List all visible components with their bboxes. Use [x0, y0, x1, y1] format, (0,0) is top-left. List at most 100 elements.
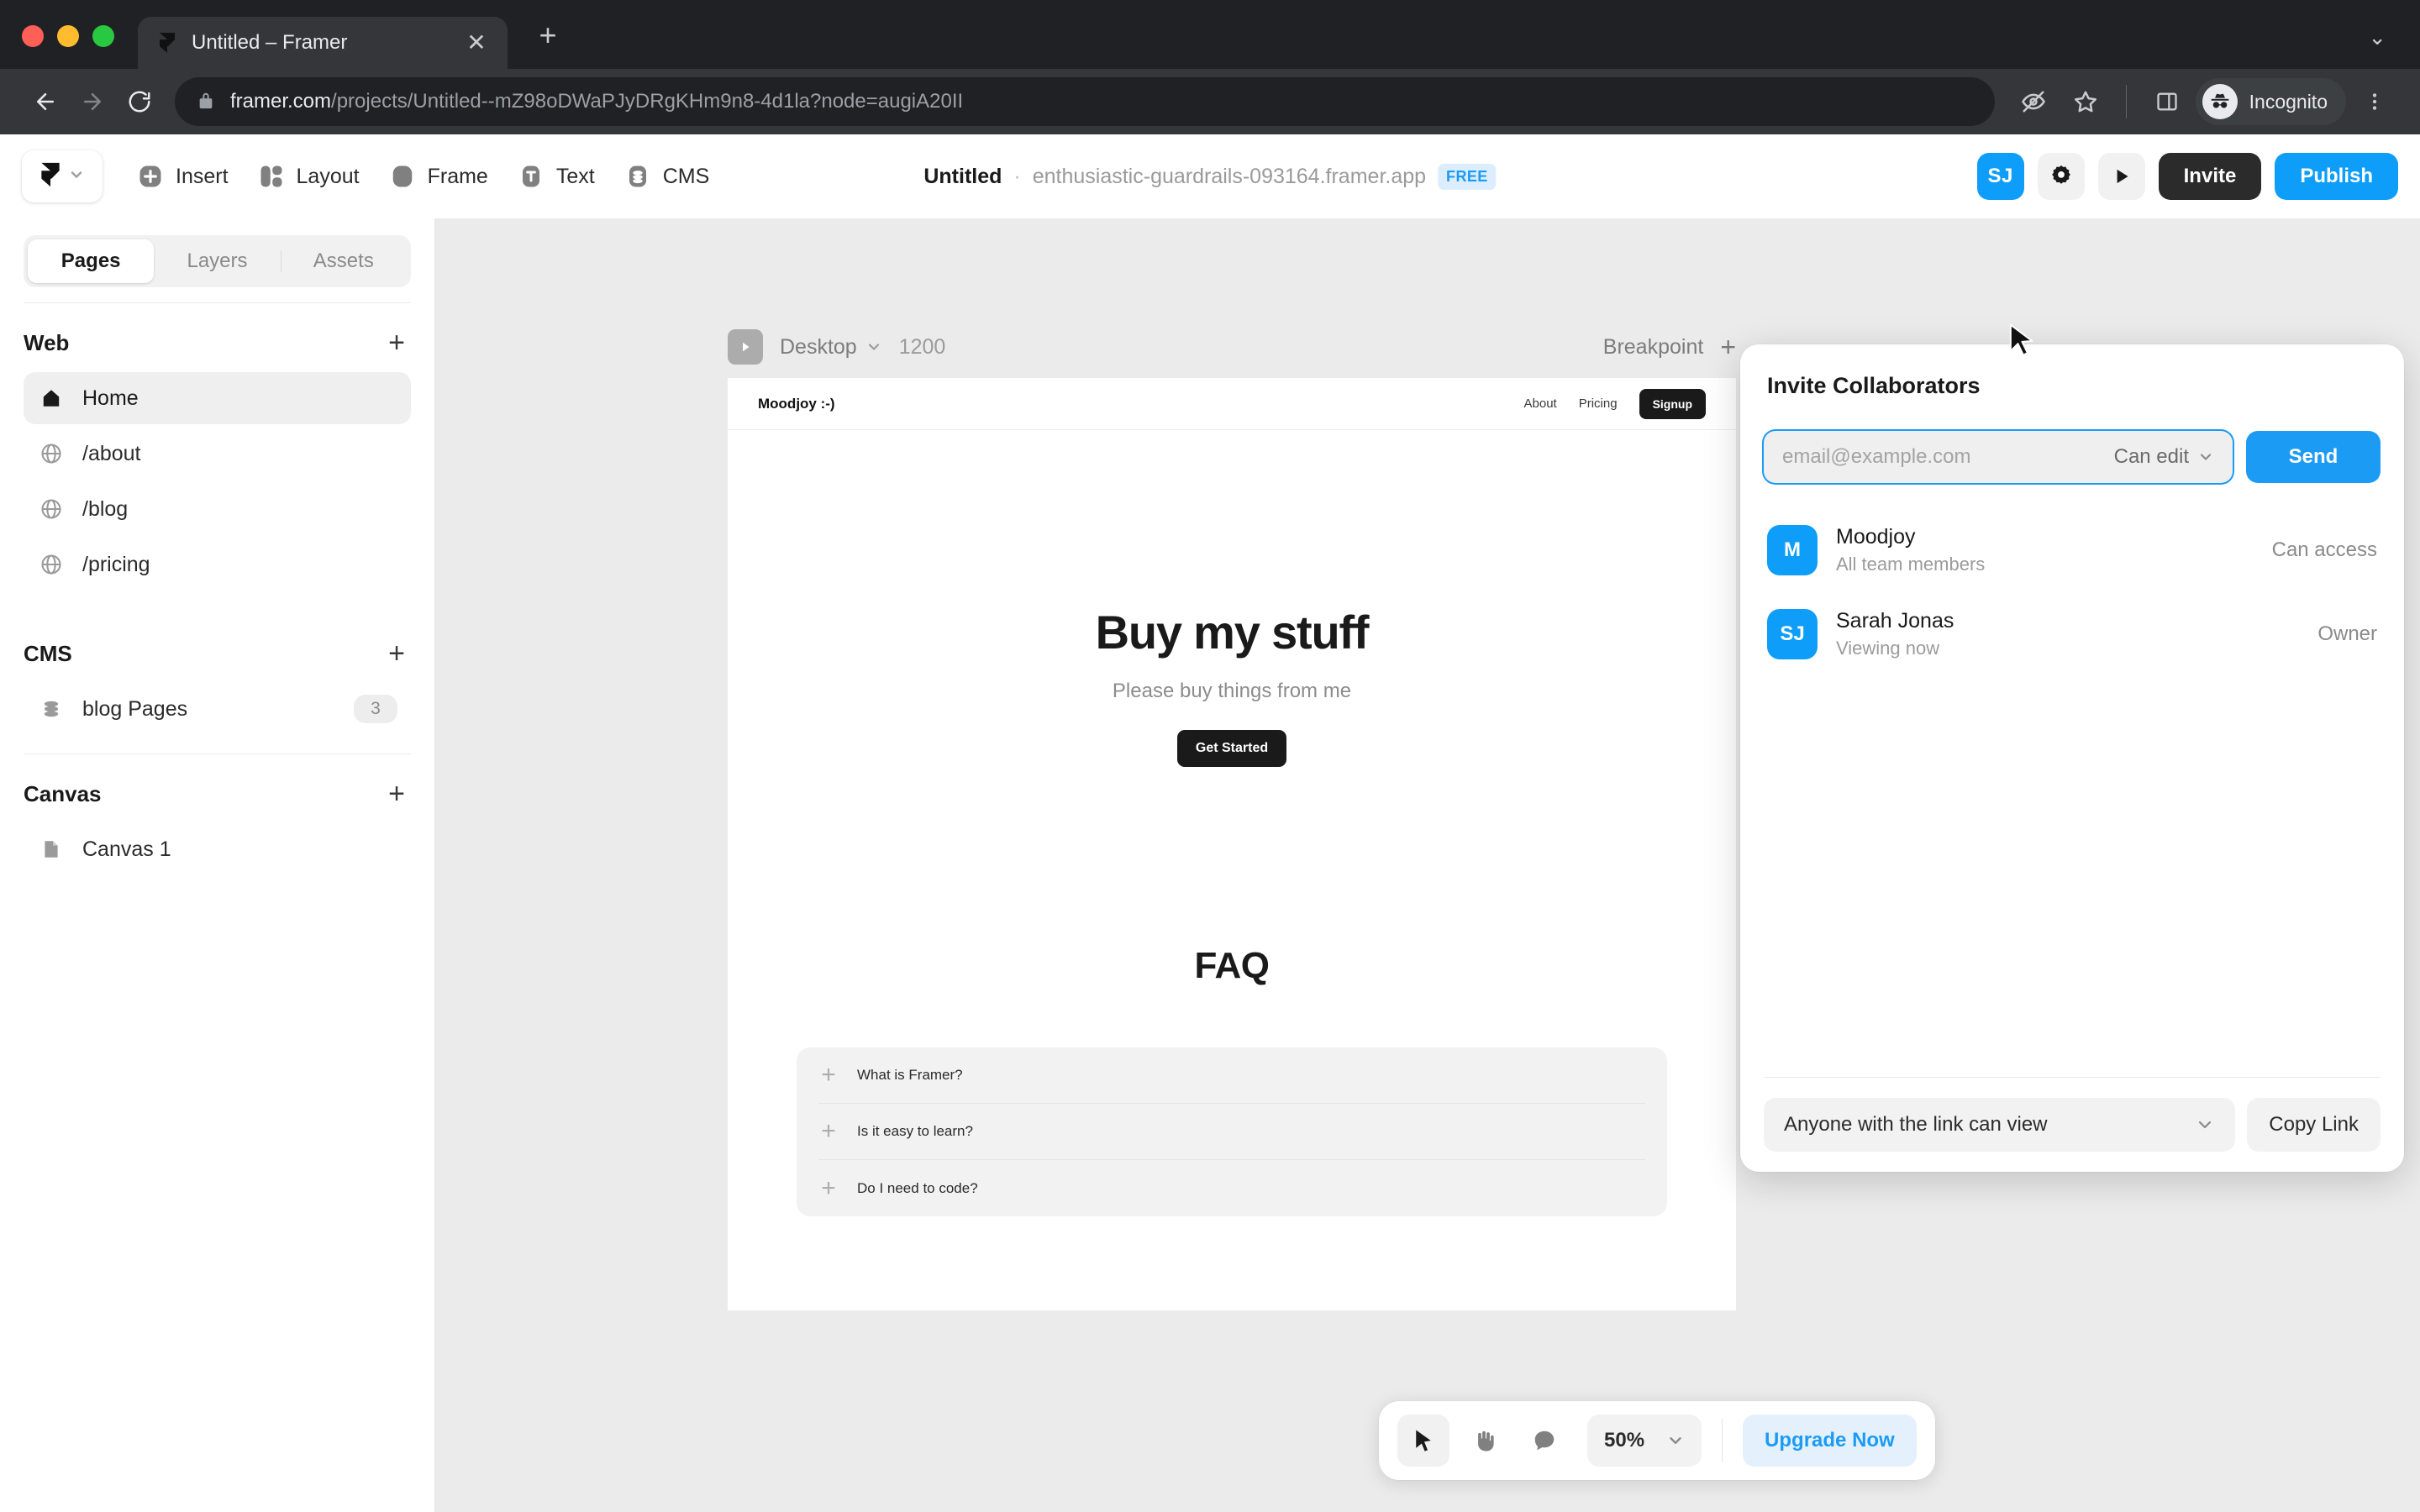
send-invite-button[interactable]: Send — [2246, 431, 2381, 483]
chevron-down-icon[interactable]: ⌄ — [2368, 24, 2386, 50]
site-link-about[interactable]: About — [1524, 396, 1557, 411]
play-icon[interactable] — [728, 329, 763, 365]
forward-button[interactable] — [69, 78, 116, 125]
faq-row[interactable]: + What is Framer? — [818, 1047, 1645, 1104]
invite-panel-footer: Anyone with the link can view Copy Link — [1764, 1078, 2381, 1172]
tab-assets[interactable]: Assets — [281, 239, 407, 283]
hero-subheading[interactable]: Please buy things from me — [728, 680, 1736, 703]
list-item[interactable]: M Moodjoy All team members Can access — [1764, 508, 2381, 592]
new-tab-button[interactable]: + — [531, 20, 565, 50]
tool-frame[interactable]: Frame — [388, 162, 488, 191]
sidebar-item-blog-pages[interactable]: blog Pages 3 — [24, 683, 411, 735]
home-icon — [37, 384, 66, 412]
framer-logo-menu-button[interactable] — [22, 150, 103, 202]
tool-frame-label: Frame — [427, 164, 488, 188]
incognito-profile-button[interactable]: Incognito — [2195, 78, 2346, 125]
breakpoint-label: Breakpoint — [1602, 334, 1704, 359]
collaborator-info: Sarah Jonas Viewing now — [1836, 609, 1954, 659]
section-title-web: Web — [24, 329, 70, 355]
site-link-pricing[interactable]: Pricing — [1579, 396, 1618, 411]
star-icon[interactable] — [2062, 78, 2109, 125]
side-panel-icon[interactable] — [2144, 78, 2191, 125]
sidebar-item-pricing[interactable]: /pricing — [24, 538, 411, 591]
tool-text[interactable]: Text — [517, 162, 595, 191]
left-sidebar: Pages Layers Assets Web + Home /about /b… — [0, 218, 435, 1512]
browser-window: Untitled – Framer ✕ + ⌄ framer.com/proje… — [0, 0, 2420, 1512]
upgrade-now-button[interactable]: Upgrade Now — [1743, 1415, 1917, 1467]
back-button[interactable] — [22, 78, 69, 125]
zoom-level-dropdown[interactable]: 50% — [1587, 1415, 1702, 1467]
browser-tab[interactable]: Untitled – Framer ✕ — [138, 17, 508, 69]
cursor-icon[interactable] — [1397, 1415, 1449, 1467]
reload-button[interactable] — [116, 78, 163, 125]
sidebar-item-home[interactable]: Home — [24, 372, 411, 424]
hero-cta-button[interactable]: Get Started — [1176, 730, 1287, 767]
faq-question: Do I need to code? — [857, 1179, 978, 1196]
lock-icon — [197, 89, 215, 115]
breakpoint-name[interactable]: Desktop — [780, 335, 882, 360]
add-cms-collection-button[interactable]: + — [382, 639, 411, 668]
list-item[interactable]: SJ Sarah Jonas Viewing now Owner — [1764, 592, 2381, 676]
site-logo[interactable]: Moodjoy :-) — [758, 396, 835, 412]
sidebar-item-about[interactable]: /about — [24, 428, 411, 480]
invite-collaborators-panel: Invite Collaborators email@example.com C… — [1740, 344, 2404, 1172]
title-separator: · — [1013, 164, 1021, 188]
plan-badge: FREE — [1438, 163, 1497, 190]
breakpoint-width[interactable]: 1200 — [899, 335, 946, 360]
maximize-window-button[interactable] — [92, 25, 114, 47]
collaborator-info: Moodjoy All team members — [1836, 525, 1985, 575]
close-window-button[interactable] — [22, 25, 44, 47]
cms-stack-icon — [37, 695, 66, 723]
breakpoint-name-label: Desktop — [780, 334, 857, 359]
gear-icon[interactable] — [2037, 153, 2085, 200]
kebab-menu-icon[interactable] — [2351, 78, 2398, 125]
invite-button[interactable]: Invite — [2158, 153, 2262, 200]
copy-link-button[interactable]: Copy Link — [2247, 1098, 2381, 1152]
section-header-cms: CMS + — [24, 624, 411, 683]
add-breakpoint-button[interactable]: + — [1720, 333, 1736, 360]
collaborator-role[interactable]: Can access — [2272, 538, 2377, 562]
close-icon[interactable]: ✕ — [464, 31, 489, 55]
hero-heading[interactable]: Buy my stuff — [728, 605, 1736, 659]
browser-tab-title: Untitled – Framer — [192, 31, 348, 54]
faq-row[interactable]: + Do I need to code? — [818, 1160, 1645, 1216]
project-domain[interactable]: enthusiastic-guardrails-093164.framer.ap… — [1033, 165, 1426, 189]
sidebar-item-canvas-1[interactable]: Canvas 1 — [24, 823, 411, 875]
section-title-cms: CMS — [24, 640, 72, 666]
browser-tabstrip: Untitled – Framer ✕ + ⌄ — [0, 0, 2420, 69]
add-canvas-button[interactable]: + — [382, 780, 411, 808]
link-access-dropdown[interactable]: Anyone with the link can view — [1764, 1098, 2236, 1152]
chevron-down-icon — [1670, 1437, 1681, 1444]
tool-cms[interactable]: CMS — [623, 162, 709, 191]
avatar: SJ — [1767, 609, 1818, 659]
section-header-canvas: Canvas + — [24, 764, 411, 823]
plus-icon: + — [821, 1173, 836, 1202]
tab-layers[interactable]: Layers — [154, 239, 280, 283]
tab-pages[interactable]: Pages — [28, 239, 155, 283]
address-bar[interactable]: framer.com/projects/Untitled--mZ98oDWaPJ… — [175, 77, 1995, 126]
play-icon[interactable] — [2097, 153, 2145, 200]
app-toolbar: Insert Layout Frame Text CMS Untitled · … — [0, 134, 2420, 218]
add-web-page-button[interactable]: + — [382, 328, 411, 357]
project-name[interactable]: Untitled — [923, 165, 1002, 189]
invite-role-dropdown[interactable]: Can edit — [2114, 445, 2214, 469]
layout-icon — [257, 162, 286, 191]
sidebar-item-blog[interactable]: /blog — [24, 483, 411, 535]
faq-heading[interactable]: FAQ — [728, 945, 1736, 987]
minimize-window-button[interactable] — [57, 25, 79, 47]
link-access-label: Anyone with the link can view — [1784, 1113, 2048, 1136]
invite-panel-title: Invite Collaborators — [1767, 373, 1981, 398]
publish-button[interactable]: Publish — [2275, 153, 2398, 200]
tool-insert[interactable]: Insert — [136, 162, 229, 191]
site-signup-button[interactable]: Signup — [1639, 388, 1706, 419]
eye-slash-icon[interactable] — [2010, 78, 2057, 125]
faq-row[interactable]: + Is it easy to learn? — [818, 1104, 1645, 1160]
plus-icon: + — [821, 1117, 836, 1145]
globe-icon — [37, 550, 66, 579]
page-frame[interactable]: Moodjoy :-) About Pricing Signup Buy my … — [728, 378, 1736, 1310]
comment-icon[interactable] — [1518, 1415, 1570, 1467]
hand-icon[interactable] — [1458, 1415, 1510, 1467]
avatar[interactable]: SJ — [1976, 153, 2024, 200]
tool-layout[interactable]: Layout — [257, 162, 360, 191]
invite-email-field[interactable]: email@example.com Can edit — [1764, 431, 2233, 483]
